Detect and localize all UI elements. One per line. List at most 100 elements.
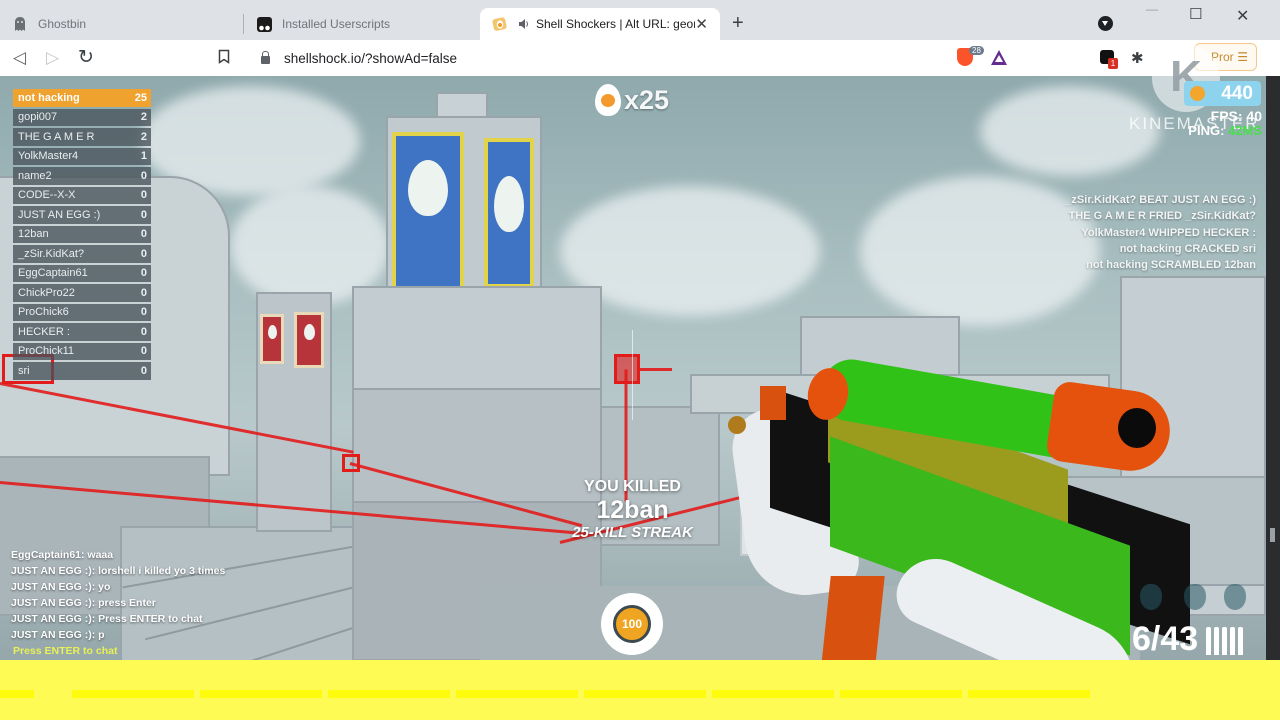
weapon-magazine: [821, 576, 885, 660]
kill-streak-count: x25: [624, 84, 670, 115]
player-name: EggCaptain61: [18, 267, 88, 280]
player-name: 12ban: [18, 228, 49, 241]
player-name: ProChick11: [18, 345, 75, 358]
kill-notification-victim: 12ban: [596, 496, 669, 524]
band-dash: [584, 690, 706, 698]
blue-banner: [484, 138, 534, 288]
tower-base: [352, 286, 602, 396]
audio-playing-icon[interactable]: [518, 16, 530, 32]
band-dash: [456, 690, 578, 698]
ghost-icon: [12, 16, 28, 32]
page-scrollbar[interactable]: [1266, 76, 1280, 660]
back-button[interactable]: ◁: [13, 48, 26, 68]
bookmark-button[interactable]: [218, 49, 230, 69]
eggs-balance[interactable]: 440: [1184, 81, 1261, 106]
browser-tab-bar: Ghostbin Installed Userscripts Shell Sho…: [0, 0, 1280, 40]
player-name: name2: [18, 169, 52, 182]
chat-message: JUST AN EGG :): Press ENTER to chat: [11, 613, 203, 625]
player-score: 0: [140, 325, 147, 338]
scoreboard-row: sri 0: [13, 362, 151, 380]
menu-icon[interactable]: ☰: [1237, 50, 1248, 64]
scoreboard: not hacking 25 gopi007 2 THE G A M E R 2 YolkM…: [13, 89, 151, 382]
player-name: JUST AN EGG :): [18, 208, 101, 221]
scrollbar-thumb[interactable]: [1270, 528, 1275, 542]
chat-prompt[interactable]: Press ENTER to chat: [13, 645, 117, 657]
player-score: 2: [140, 111, 147, 124]
kill-notification-streak: 25-KILL STREAK: [572, 524, 693, 541]
cloud: [860, 176, 1100, 326]
extension-badge: 1: [1108, 58, 1118, 69]
video-bottom-band: [0, 660, 1280, 720]
tab-title: Shell Shockers | Alt URL: geom: [536, 17, 696, 31]
player-score: 0: [140, 364, 147, 377]
band-dash: [0, 690, 34, 698]
chat-log: EggCaptain61: waaa JUST AN EGG :): lorshe…: [11, 547, 225, 643]
red-banner: [294, 312, 324, 368]
esp-target-box: [614, 354, 640, 384]
reload-button[interactable]: ↻: [78, 46, 94, 69]
scoreboard-row: 12ban 0: [13, 225, 151, 243]
scoreboard-row: CODE--X-X 0: [13, 186, 151, 204]
player-score: 0: [140, 169, 147, 182]
tab-shell-shockers[interactable]: Shell Shockers | Alt URL: geom ✕: [480, 8, 720, 40]
player-name: not hacking: [18, 91, 80, 104]
extensions-puzzle-icon[interactable]: ✱: [1131, 49, 1144, 67]
ammo-value: 6/43: [1132, 620, 1199, 658]
scoreboard-row: EggCaptain61 0: [13, 264, 151, 282]
player-name: gopi007: [18, 111, 58, 124]
player-score: 0: [140, 306, 147, 319]
tab-ghostbin[interactable]: Ghostbin: [0, 8, 243, 40]
player-score: 2: [140, 130, 147, 143]
band-dash: [200, 690, 322, 698]
health-indicator: 100: [601, 593, 663, 655]
esp-laser-line: [640, 368, 672, 371]
window-close-button[interactable]: ✕: [1236, 6, 1249, 26]
crosshair: [632, 330, 633, 420]
new-tab-button[interactable]: +: [732, 12, 744, 35]
red-banner: [260, 314, 284, 364]
chat-message: JUST AN EGG :): p: [11, 629, 105, 641]
kill-notification-title: YOU KILLED: [584, 478, 681, 495]
maximize-button[interactable]: ☐: [1189, 5, 1202, 23]
band-dash: [840, 690, 962, 698]
brave-shield-count-badge: 28: [969, 46, 984, 55]
tab-installed-userscripts[interactable]: Installed Userscripts: [244, 8, 480, 40]
scoreboard-row: YolkMaster4 1: [13, 147, 151, 165]
player-score: 0: [140, 345, 147, 358]
kill-feed: _zSir.KidKat? BEAT JUST AN EGG :) THE G A…: [1065, 192, 1256, 273]
ping-value: 42MS: [1228, 123, 1262, 138]
player-score: 0: [140, 267, 147, 280]
band-dash: [968, 690, 1090, 698]
player-score: 0: [140, 189, 147, 202]
player-score: 0: [140, 228, 147, 241]
bullets-icon: [1206, 627, 1246, 655]
player-name: ProChick6: [18, 306, 69, 319]
url-text: shellshock.io/?showAd=false: [284, 50, 457, 66]
band-dash: [328, 690, 450, 698]
player-name: THE G A M E R: [18, 130, 95, 143]
download-icon[interactable]: [1098, 16, 1113, 31]
ammo-counter: 6/43: [1132, 620, 1246, 659]
player-score: 0: [140, 208, 147, 221]
player-score: 0: [140, 286, 147, 299]
scoreboard-row: ProChick11 0: [13, 342, 151, 360]
minimize-button[interactable]: —: [1146, 2, 1158, 16]
brave-rewards-icon[interactable]: [991, 50, 1007, 65]
golden-egg-icon: [1190, 86, 1205, 101]
scoreboard-row: ProChick6 0: [13, 303, 151, 321]
kill-feed-entry: THE G A M E R FRIED _zSir.KidKat?: [1068, 210, 1256, 223]
band-dash: [712, 690, 834, 698]
address-bar[interactable]: shellshock.io/?showAd=false: [247, 44, 1017, 72]
close-tab-button[interactable]: ✕: [695, 15, 708, 33]
chat-message: JUST AN EGG :): lorshell i killed yo 3 t…: [11, 565, 226, 577]
eggs-count: 440: [1221, 82, 1253, 104]
chat-message: EggCaptain61: waaa: [11, 549, 114, 561]
scoreboard-row: not hacking 25: [13, 89, 151, 107]
forward-button[interactable]: ▷: [46, 48, 59, 68]
kill-feed-entry: _zSir.KidKat? BEAT JUST AN EGG :): [1065, 194, 1256, 206]
scoreboard-row: HECKER : 0: [13, 323, 151, 341]
egg-skull-icon: [595, 84, 621, 116]
chat-message: JUST AN EGG :): press Enter: [11, 597, 156, 609]
tampermonkey-icon: [256, 16, 272, 32]
grenade-icon: [1184, 584, 1206, 610]
